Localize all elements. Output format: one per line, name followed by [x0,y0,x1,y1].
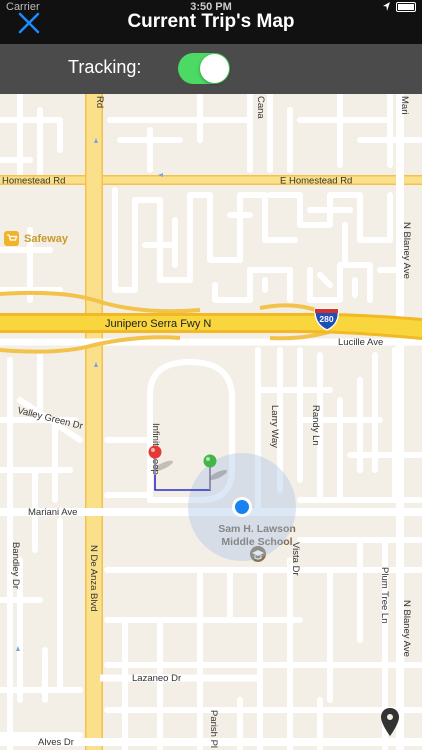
road-label-junipero: Junipero Serra Fwy N [105,318,211,330]
location-arrow-icon [383,2,390,11]
status-time: 3:50 PM [190,1,232,13]
tracking-bar: Tracking: [0,44,422,94]
road-label-blaney-bottom: N Blaney Ave [401,600,412,657]
safeway-poi[interactable]: Safeway [4,231,69,246]
road-label-parish: Parish Pl [208,710,219,748]
road-label-rd: Rd [94,96,105,108]
status-right [383,2,416,12]
map-canvas[interactable]: 280 Homestead Rd E Homestead Rd Rd Cana … [0,94,422,750]
road-label-homestead-east: E Homestead Rd [280,176,352,187]
map-view[interactable]: 280 Homestead Rd E Homestead Rd Rd Cana … [0,94,422,750]
tracking-toggle[interactable] [178,53,230,84]
shopping-cart-icon [4,231,19,246]
road-label-de-anza: N De Anza Blvd [88,545,99,612]
current-location-dot[interactable] [232,497,252,517]
road-label-canal: Cana [255,96,266,119]
tracking-label: Tracking: [68,57,142,77]
road-label-bandley: Bandley Dr [10,542,21,589]
road-label-blaney-top: N Blaney Ave [401,222,412,279]
road-label-lazaneo: Lazaneo Dr [132,673,181,684]
road-label-alves: Alves Dr [38,737,74,748]
road-label-larry-way: Larry Way [269,405,280,448]
road-label-randy-ln: Randy Ln [310,405,321,446]
road-label-plum-tree: Plum Tree Ln [379,567,390,624]
interstate-number: 280 [319,314,333,324]
road-label-mari: Mari [399,96,410,114]
road-label-mariani: Mariani Ave [28,507,77,518]
safeway-label: Safeway [24,233,69,245]
status-bar: Carrier 3:50 PM [0,0,422,14]
toggle-knob [200,54,229,83]
road-label-homestead-west: Homestead Rd [2,176,65,187]
road-label-lucille: Lucille Ave [338,337,383,348]
battery-icon [396,2,416,12]
